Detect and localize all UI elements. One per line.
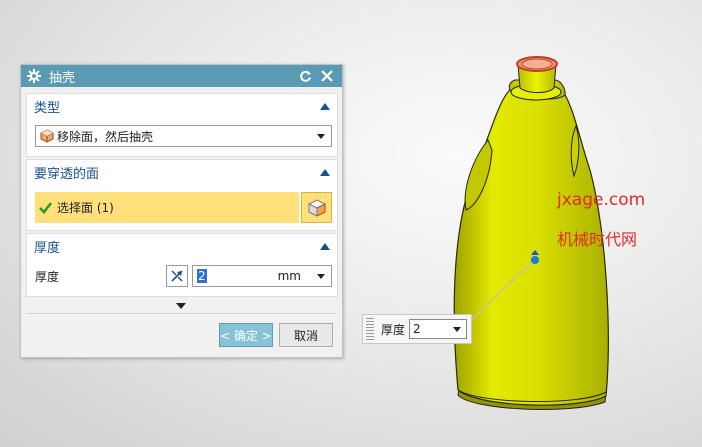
shell-dialog: 抽壳 类型 移除面，然后抽壳 要穿透的面 选择面 (1) 厚度 厚度 2 mm …	[20, 64, 343, 358]
drag-grip-icon[interactable]	[366, 318, 374, 340]
gear-icon	[27, 69, 41, 83]
watermark-url: jxage.com	[557, 190, 646, 210]
face-selection-button[interactable]	[301, 192, 332, 223]
floating-thickness-input[interactable]: 2	[409, 319, 468, 339]
collapse-icon[interactable]	[320, 102, 330, 110]
pierce-faces-section-header[interactable]: 要穿透的面	[27, 160, 337, 184]
thickness-section-header[interactable]: 厚度	[27, 234, 337, 258]
more-options-toggle[interactable]	[26, 299, 336, 314]
thickness-input[interactable]: 2 mm	[192, 265, 332, 287]
dialog-titlebar[interactable]: 抽壳	[21, 65, 342, 87]
thickness-section: 厚度 厚度 2 mm	[26, 233, 338, 297]
reverse-direction-button[interactable]	[166, 265, 188, 287]
expand-down-icon	[176, 303, 186, 309]
reverse-direction-icon	[170, 269, 184, 283]
select-face-row[interactable]: 选择面 (1)	[35, 192, 299, 223]
floating-thickness-label: 厚度	[381, 322, 406, 337]
shell-type-icon	[40, 129, 54, 143]
pierce-faces-section: 要穿透的面 选择面 (1)	[26, 159, 338, 231]
close-icon[interactable]	[318, 67, 336, 85]
chevron-down-icon[interactable]	[317, 273, 325, 279]
ok-button[interactable]: < 确定 >	[219, 323, 273, 347]
cancel-button[interactable]: 取消	[279, 323, 333, 347]
dialog-title: 抽壳	[49, 70, 76, 86]
type-section: 类型 移除面，然后抽壳	[26, 93, 338, 157]
reset-icon[interactable]	[296, 67, 314, 85]
checkmark-icon	[39, 201, 52, 214]
floating-thickness-widget: 厚度 2	[362, 314, 472, 344]
type-dropdown[interactable]: 移除面，然后抽壳	[35, 125, 332, 147]
watermark-site-name: 机械时代网	[557, 230, 638, 249]
thickness-label: 厚度	[35, 270, 60, 284]
thickness-unit: mm	[277, 269, 301, 283]
collapse-icon[interactable]	[320, 168, 330, 176]
chevron-down-icon[interactable]	[453, 326, 462, 332]
type-section-header[interactable]: 类型	[27, 94, 337, 118]
face-cube-icon	[307, 198, 327, 218]
chevron-down-icon[interactable]	[317, 133, 325, 139]
collapse-icon[interactable]	[320, 242, 330, 250]
select-face-label: 选择面 (1)	[57, 201, 114, 215]
